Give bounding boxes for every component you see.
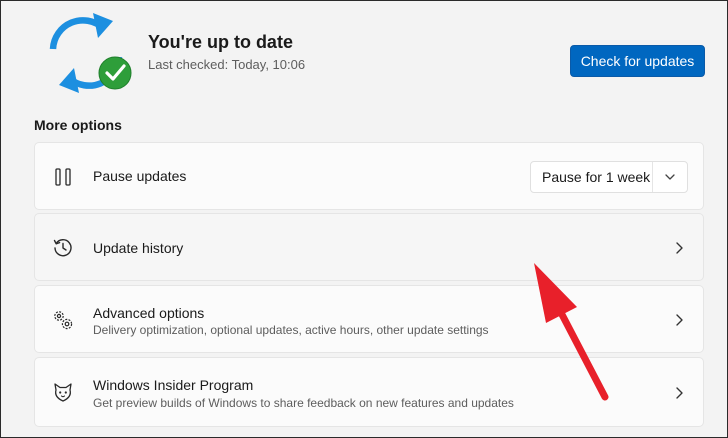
pause-duration-dropdown[interactable]: Pause for 1 week: [530, 161, 688, 193]
update-history-card[interactable]: Update history: [34, 213, 704, 281]
windows-insider-label: Windows Insider Program: [93, 377, 254, 393]
chevron-right-icon: [676, 242, 683, 254]
pause-duration-value: Pause for 1 week: [542, 169, 651, 185]
update-status-title: You're up to date: [148, 32, 293, 52]
sync-check-icon: [41, 11, 133, 93]
chevron-right-icon: [676, 387, 683, 399]
windows-update-panel: You're up to date Last checked: Today, 1…: [0, 0, 728, 438]
history-icon: [51, 236, 75, 260]
pause-updates-card[interactable]: Pause updates Pause for 1 week: [34, 142, 704, 210]
chevron-down-icon[interactable]: [653, 162, 687, 192]
update-history-label: Update history: [93, 240, 184, 256]
pause-icon: [51, 165, 75, 189]
check-for-updates-button[interactable]: Check for updates: [570, 45, 705, 77]
insider-cat-icon: [51, 381, 75, 405]
gears-icon: [51, 308, 75, 332]
advanced-options-description: Delivery optimization, optional updates,…: [93, 323, 489, 337]
more-options-heading: More options: [34, 117, 122, 133]
windows-insider-card[interactable]: Windows Insider Program Get preview buil…: [34, 357, 704, 427]
last-checked-text: Last checked: Today, 10:06: [148, 57, 306, 72]
advanced-options-label: Advanced options: [93, 305, 205, 321]
advanced-options-card[interactable]: Advanced options Delivery optimization, …: [34, 285, 704, 353]
windows-insider-description: Get preview builds of Windows to share f…: [93, 396, 514, 410]
pause-updates-label: Pause updates: [93, 168, 187, 184]
chevron-right-icon: [676, 314, 683, 326]
